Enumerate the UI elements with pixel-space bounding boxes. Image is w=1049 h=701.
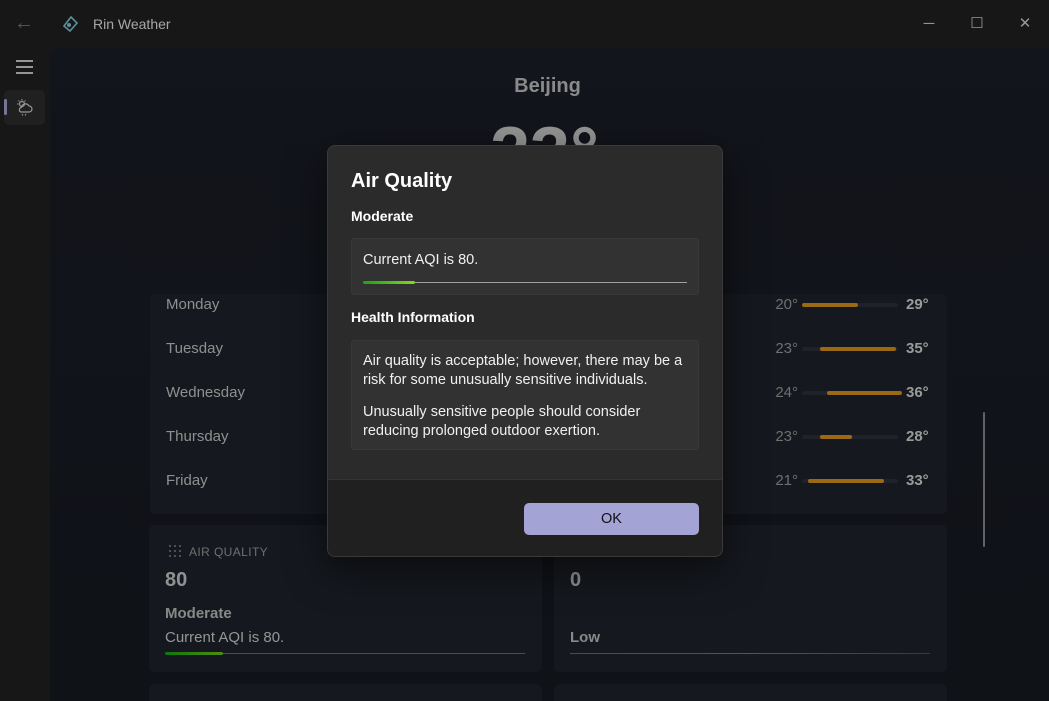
dialog-aqi-progress <box>363 281 687 284</box>
air-quality-dialog: Air Quality Moderate Current AQI is 80. … <box>327 145 723 557</box>
ok-button[interactable]: OK <box>524 503 699 535</box>
aqi-info-box: Current AQI is 80. <box>351 238 699 295</box>
dialog-title: Air Quality <box>351 170 453 192</box>
dialog-aqi-level: Moderate <box>351 208 414 224</box>
health-info-box: Air quality is acceptable; however, ther… <box>351 340 699 450</box>
health-paragraph: Air quality is acceptable; however, ther… <box>363 353 683 388</box>
dialog-aqi-text: Current AQI is 80. <box>363 252 479 268</box>
health-paragraph: Unusually sensitive people should consid… <box>363 404 641 439</box>
health-heading: Health Information <box>351 309 475 325</box>
dialog-footer: OK <box>328 479 722 556</box>
